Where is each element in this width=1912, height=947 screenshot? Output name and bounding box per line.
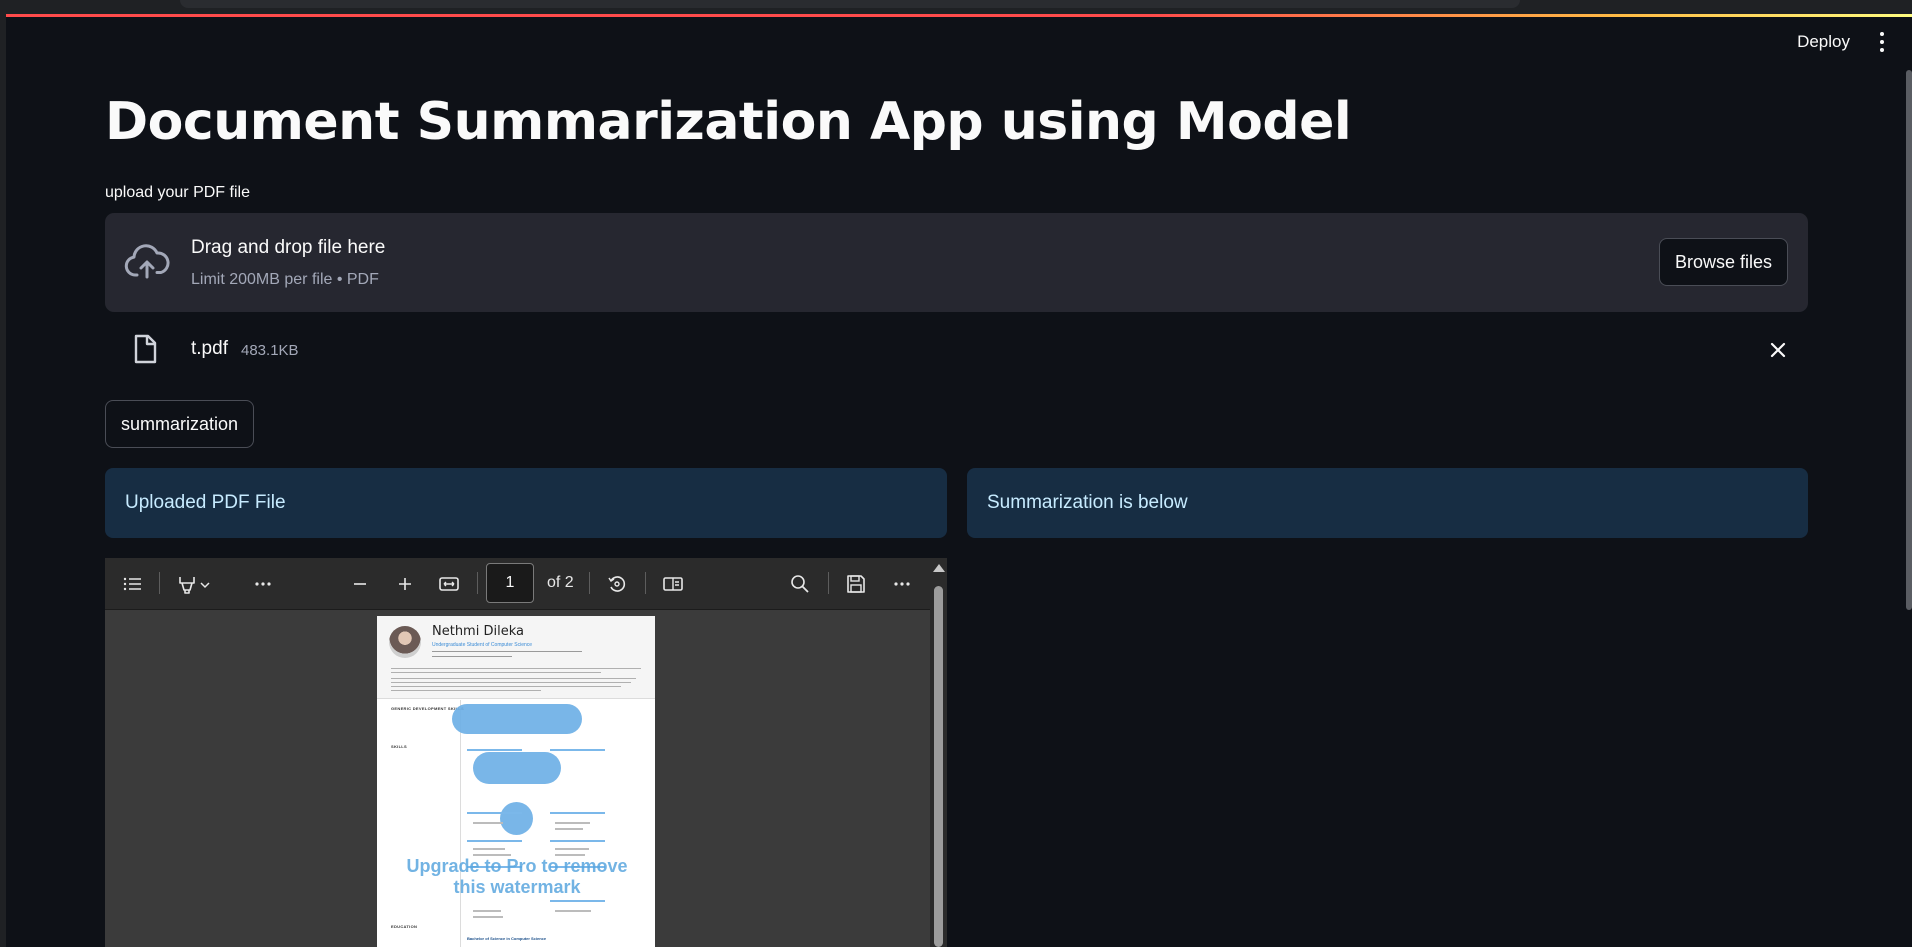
file-size: 483.1KB: [241, 342, 299, 359]
page-number-input[interactable]: [486, 563, 534, 603]
resume-skill-bar: [550, 840, 605, 842]
resume-skill-bar: [550, 812, 605, 814]
summarization-info-box: Summarization is below: [967, 468, 1808, 538]
summarization-button[interactable]: summarization: [105, 400, 255, 448]
toolbar-divider: [477, 572, 478, 594]
pdf-viewer: of 2 Nethmi Dileka Undergraduate Student…: [105, 558, 947, 947]
main-menu-icon[interactable]: [1874, 30, 1890, 54]
app-decoration-bar: [6, 14, 1912, 17]
more-options-icon[interactable]: [890, 572, 914, 596]
pdf-scrollbar[interactable]: [930, 558, 947, 947]
resume-text-line: [555, 828, 583, 830]
uploader-label: upload your PDF file: [105, 184, 250, 201]
resume-text-line: [555, 910, 591, 912]
pdf-scrollbar-thumb[interactable]: [934, 586, 943, 947]
resume-education-entry: Bachelor of Science in Computer Science: [467, 936, 547, 941]
resume-section-heading: EDUCATION: [391, 924, 418, 929]
resume-skill-bar: [550, 749, 605, 751]
resume-section-heading: GENERIC DEVELOPMENT SKILLS: [391, 706, 464, 711]
more-tools-icon[interactable]: [251, 572, 275, 596]
browser-chrome: [0, 0, 1912, 14]
page-view-icon[interactable]: [661, 572, 685, 596]
resume-skill-bar: [467, 812, 522, 814]
app-header: Deploy: [1797, 30, 1890, 54]
resume-skill-bar: [550, 900, 605, 902]
resume-summary-line: [391, 678, 636, 679]
outline-list-icon[interactable]: [121, 572, 145, 596]
browser-address-bar[interactable]: [180, 0, 1520, 8]
window-edge: [0, 14, 6, 947]
pdf-toolbar: of 2: [105, 558, 930, 610]
scroll-up-arrow-icon[interactable]: [933, 564, 945, 572]
resume-highlight-blob: [473, 752, 561, 784]
close-icon[interactable]: [1768, 340, 1788, 360]
search-icon[interactable]: [788, 572, 812, 596]
resume-column-divider: [460, 700, 461, 947]
resume-header: Nethmi Dileka Undergraduate Student of C…: [377, 616, 655, 699]
zoom-out-icon[interactable]: [348, 572, 372, 596]
resume-skill-bar: [467, 840, 522, 842]
resume-text-line: [473, 910, 501, 912]
avatar: [389, 626, 421, 658]
deploy-button[interactable]: Deploy: [1797, 32, 1850, 52]
resume-name: Nethmi Dileka: [432, 624, 524, 639]
chevron-down-icon[interactable]: [197, 572, 213, 596]
dropzone-limit: Limit 200MB per file • PDF: [191, 271, 379, 288]
resume-contact-line: [432, 651, 582, 652]
resume-text-line: [473, 916, 503, 918]
zoom-in-icon[interactable]: [393, 572, 417, 596]
resume-highlight-blob: [452, 704, 582, 734]
resume-section-heading: SKILLS: [391, 744, 408, 749]
page-scrollbar[interactable]: [1906, 70, 1912, 610]
resume-summary-line: [391, 672, 601, 673]
fit-width-icon[interactable]: [437, 572, 461, 596]
dropzone-title: Drag and drop file here: [191, 237, 386, 258]
toolbar-divider: [645, 572, 646, 594]
cloud-upload-icon: [124, 244, 170, 279]
resume-text-line: [555, 822, 590, 824]
browse-files-button[interactable]: Browse files: [1658, 238, 1788, 286]
resume-summary-line: [391, 668, 641, 669]
resume-summary-line: [391, 682, 631, 683]
resume-skill-bar: [467, 749, 522, 751]
resume-summary-line: [391, 686, 621, 687]
resume-contact-line: [432, 656, 512, 657]
resume-summary-line: [391, 690, 541, 691]
toolbar-divider: [828, 572, 829, 594]
page-count-label: of 2: [547, 574, 574, 591]
highlighter-icon[interactable]: [175, 572, 199, 596]
file-name: t.pdf: [191, 338, 228, 359]
uploaded-file-row: t.pdf 483.1KB: [105, 330, 1808, 370]
resume-highlight-blob: [500, 802, 533, 835]
file-dropzone[interactable]: Drag and drop file here Limit 200MB per …: [105, 213, 1808, 312]
toolbar-divider: [589, 572, 590, 594]
resume-text-line: [473, 822, 503, 824]
file-icon: [134, 334, 157, 364]
summarization-info-text: Summarization is below: [987, 492, 1188, 513]
uploaded-pdf-info-box: Uploaded PDF File: [105, 468, 947, 538]
page-title: Document Summarization App using Model: [105, 92, 1352, 152]
resume-text-line: [473, 848, 505, 850]
save-icon[interactable]: [844, 572, 868, 596]
pdf-watermark: Upgrade to Pro to remove this watermark: [406, 856, 628, 897]
resume-subtitle: Undergraduate Student of Computer Scienc…: [432, 642, 533, 648]
toolbar-divider: [159, 572, 160, 594]
pdf-page: Nethmi Dileka Undergraduate Student of C…: [377, 616, 655, 947]
resume-text-line: [555, 848, 589, 850]
rotate-icon[interactable]: [605, 572, 629, 596]
uploaded-pdf-info-text: Uploaded PDF File: [125, 492, 286, 513]
